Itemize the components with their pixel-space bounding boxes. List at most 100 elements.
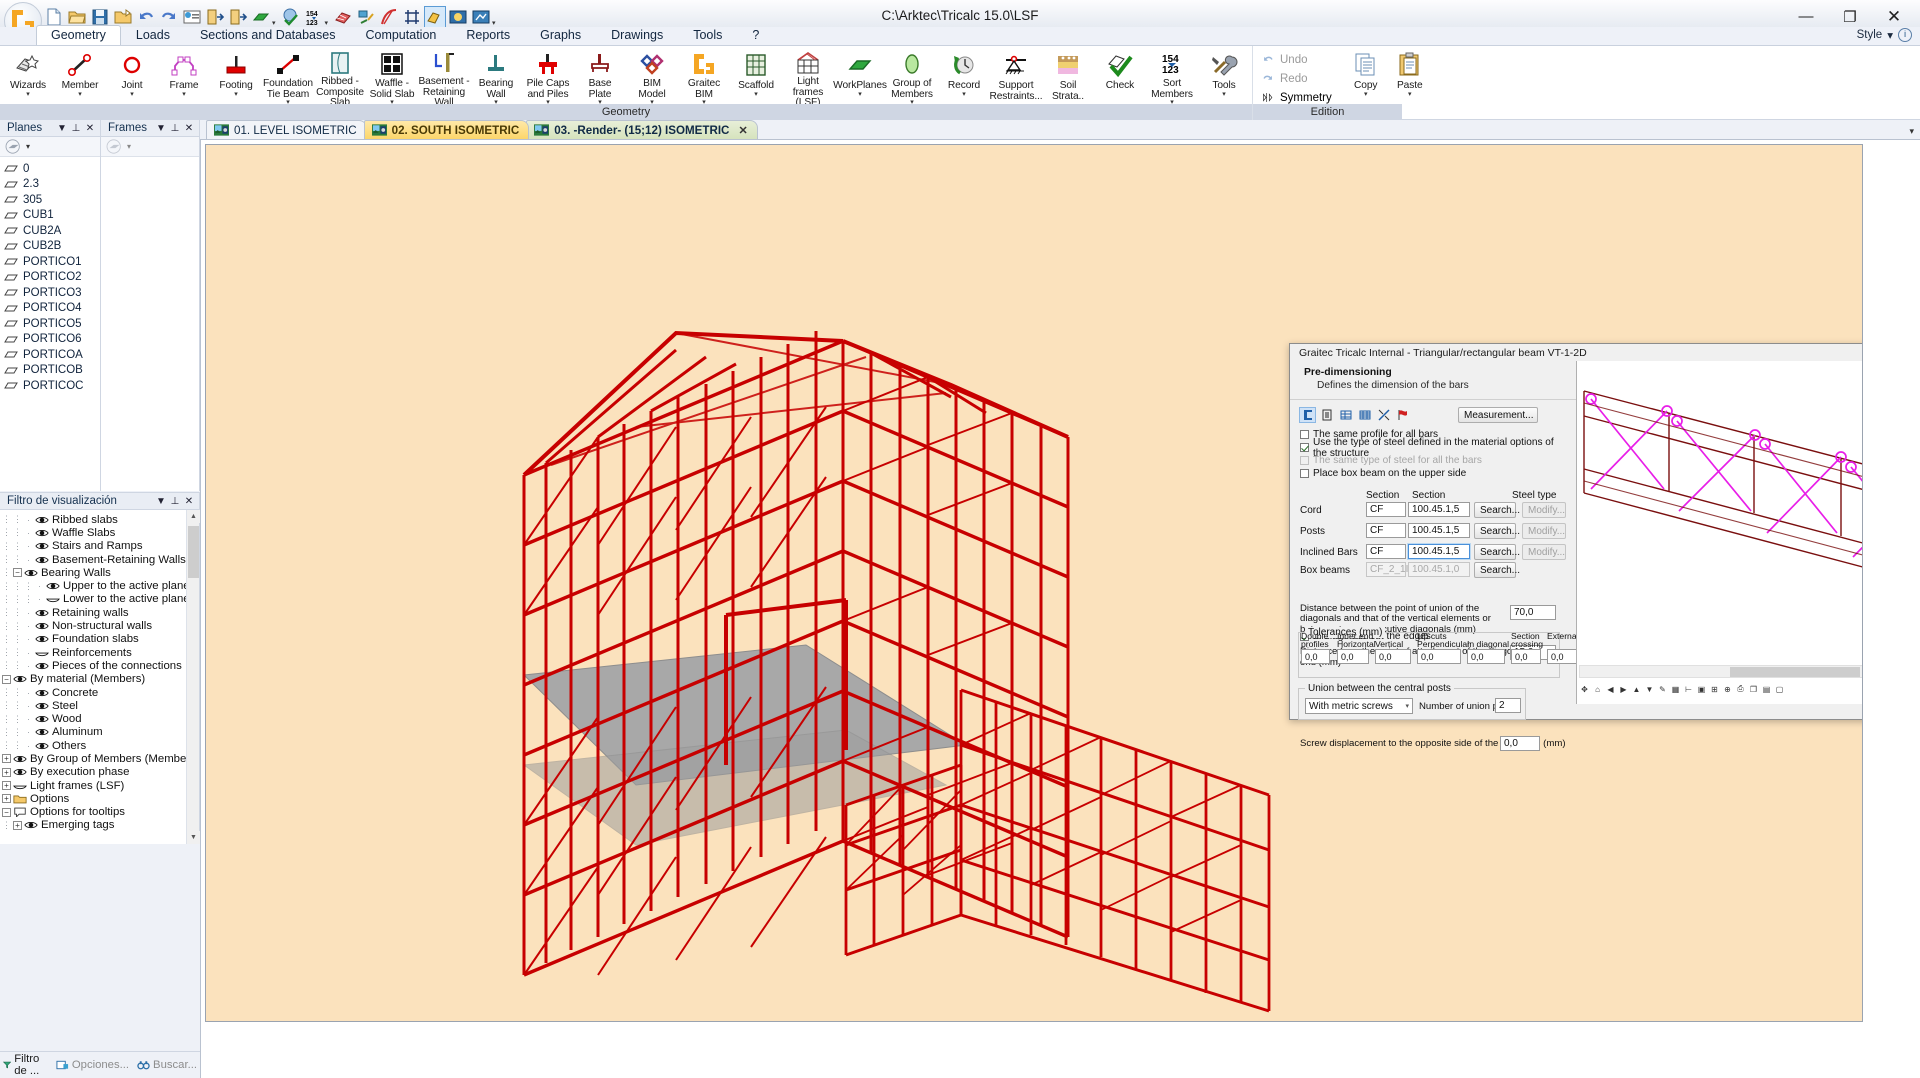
copy-caret-icon[interactable]: ▾ [1364, 91, 1368, 98]
scaffold-button-caret-icon[interactable]: ▾ [754, 91, 758, 98]
tolerance-input-4[interactable]: 0,0 [1467, 649, 1505, 664]
row-section-a-0[interactable]: CF [1366, 501, 1406, 517]
eye-open-icon[interactable] [35, 621, 49, 631]
folder-icon[interactable] [13, 794, 27, 804]
wizards-button[interactable]: Wizards ▾ [2, 48, 54, 106]
eye-open-icon[interactable] [35, 608, 49, 618]
pre-dimensioning-dialog[interactable]: Graitec Tricalc Internal - Triangular/re… [1289, 343, 1862, 751]
filter-scrollbar[interactable]: ▲ ▼ [186, 510, 200, 844]
preview-horizontal-scrollbar[interactable] [1579, 665, 1862, 678]
record-button[interactable]: Record ▾ [938, 48, 990, 106]
eye-closed-icon[interactable] [13, 781, 27, 791]
eye-open-icon[interactable] [13, 767, 27, 777]
eye-open-icon[interactable] [35, 555, 49, 565]
row-section-a-2[interactable]: CF [1366, 543, 1406, 559]
model-viewport[interactable]: Graitec Tricalc Internal - Triangular/re… [205, 144, 1863, 1022]
menu-tab-tools[interactable]: Tools [678, 25, 737, 45]
member-button[interactable]: Member ▾ [54, 48, 106, 106]
plane-list-item[interactable]: 2.3 [4, 177, 100, 193]
frames-panel-close-icon[interactable]: ✕ [182, 123, 196, 134]
menu-tab-loads[interactable]: Loads [121, 25, 185, 45]
row-modify-button-2[interactable]: Modify... [1522, 543, 1566, 560]
view2-icon[interactable] [471, 7, 491, 27]
filter-tree-node[interactable]: ⋮ ⋮ · Reinforcements [2, 646, 199, 659]
copy-icon[interactable]: ❐ [1748, 684, 1759, 695]
eye-open-icon[interactable] [35, 727, 49, 737]
flag-icon[interactable] [1395, 408, 1410, 422]
row-section-a-1[interactable]: CF [1366, 522, 1406, 538]
row-section-b-1[interactable]: 100.45.1,5 [1408, 522, 1470, 538]
frames-panel-pin-icon[interactable]: ⊥ [168, 123, 182, 134]
soil-strata-button[interactable]: Soil Strata.. [1042, 48, 1094, 106]
eye-open-icon[interactable] [46, 581, 60, 591]
footing-button[interactable]: Footing ▾ [210, 48, 262, 106]
planes-toolbar-caret-icon[interactable]: ▾ [26, 142, 30, 151]
row-section-b-0[interactable]: 100.45.1,5 [1408, 501, 1470, 517]
tools-button-caret-icon[interactable]: ▾ [1222, 91, 1226, 98]
next-arrow-icon[interactable]: ▶ [1618, 684, 1629, 695]
box-beams-search-button[interactable]: Search... [1474, 561, 1520, 578]
filter-tree-node[interactable]: ⋮ ⋮ · Non-structural walls [2, 619, 199, 632]
view-icon[interactable] [448, 7, 468, 27]
plane-list-item[interactable]: PORTICO5 [4, 316, 100, 332]
row-search-button-0[interactable]: Search... [1474, 501, 1520, 518]
eye-open-icon[interactable] [24, 820, 38, 830]
filter-tree-node[interactable]: ⋮ ⋮ ⋮ · Lower to the active plane [2, 593, 199, 606]
copy-button[interactable]: Copy ▾ [1344, 48, 1388, 106]
grid-toggle-icon[interactable]: ▦ [1670, 684, 1681, 695]
curve-icon[interactable] [379, 7, 399, 27]
sort-members-button[interactable]: 154 123 Sort Members ▾ [1146, 48, 1198, 106]
filter-tree-node[interactable]: ⋮ ⋮ · Waffle Slabs [2, 526, 199, 539]
tolerance-input-1[interactable]: 0,0 [1337, 649, 1369, 664]
filter-tree-node[interactable]: + By execution phase [2, 766, 199, 779]
filter-tree-node[interactable]: − Options for tooltips [2, 806, 199, 819]
up-arrow-icon[interactable]: ▲ [1631, 684, 1642, 695]
filter-tree-node[interactable]: ⋮ ⋮ · Ribbed slabs [2, 513, 199, 526]
waffle-solid-slab-button[interactable]: Waffle - Solid Slab ▾ [366, 48, 418, 106]
member-button-caret-icon[interactable]: ▾ [78, 91, 82, 98]
frames-panel-caret-icon[interactable]: ▼ [154, 123, 168, 134]
tree-expand-icon[interactable]: + [13, 820, 22, 830]
help-icon[interactable]: i [1898, 28, 1912, 42]
filter-tree-node[interactable]: ⋮ ⋮ · Wood [2, 712, 199, 725]
undo-button[interactable]: Undo [1255, 50, 1338, 69]
zoom-all-icon[interactable]: ⊞ [1709, 684, 1720, 695]
scroll-down-arrow-icon[interactable]: ▼ [187, 831, 200, 844]
filter-tree[interactable]: ⋮ ⋮ · Ribbed slabs ⋮ ⋮ · Waffle Slabs ⋮ ⋮ · Stairs … [0, 510, 199, 840]
basement-retaining-wall-button[interactable]: Basement - Retaining Wall▾ [418, 48, 470, 115]
eye-open-icon[interactable] [35, 688, 49, 698]
save-as-icon[interactable] [113, 7, 133, 27]
grid2-icon[interactable] [1357, 408, 1372, 422]
filter-tree-node[interactable]: ⋮ ⋮ · Aluminum [2, 726, 199, 739]
drawing-canvas[interactable]: Graitec Tricalc Internal - Triangular/re… [200, 140, 1920, 1078]
document-tab[interactable]: 03. -Render- (15;12) ISOMETRIC ✕ [526, 120, 758, 139]
eye-closed-icon[interactable] [46, 594, 60, 604]
tree-collapse-icon[interactable]: − [2, 674, 11, 684]
beam-preview-canvas[interactable] [1579, 361, 1862, 663]
filter-tree-node[interactable]: ⋮ ⋮ · Basement-Retaining Walls [2, 553, 199, 566]
checkbox-1[interactable] [1300, 443, 1309, 453]
row-section-b-2[interactable]: 100.45.1,5 [1407, 542, 1471, 560]
footing-button-caret-icon[interactable]: ▾ [234, 91, 238, 98]
filter-panel-pin-icon[interactable]: ⊥ [168, 496, 182, 507]
tolerance-input-2[interactable]: 0,0 [1375, 649, 1411, 664]
frames-list[interactable] [101, 157, 199, 161]
tab-buscar[interactable]: Buscar... [134, 1057, 200, 1073]
base-plate-button[interactable]: Base Plate ▾ [574, 48, 626, 106]
eye-open-icon[interactable] [35, 634, 49, 644]
tree-collapse-icon[interactable]: − [13, 568, 22, 578]
scroll-up-arrow-icon[interactable]: ▲ [187, 510, 200, 523]
prev-arrow-icon[interactable]: ◀ [1605, 684, 1616, 695]
save-icon[interactable]: ▤ [1761, 684, 1772, 695]
filter-panel-caret-icon[interactable]: ▼ [154, 496, 168, 507]
diagram-icon[interactable] [356, 7, 376, 27]
filter-tree-node[interactable]: ⋮ − Bearing Walls [2, 566, 199, 579]
style-selector[interactable]: Style ▾ i [1857, 28, 1912, 42]
tree-expand-icon[interactable]: + [2, 754, 11, 764]
filter-panel-close-icon[interactable]: ✕ [182, 496, 196, 507]
support-restraints-button[interactable]: Support Restraints... [989, 48, 1043, 106]
style-caret-icon[interactable]: ▾ [1887, 28, 1893, 42]
filter-tree-node[interactable]: + Light frames (LSF) [2, 779, 199, 792]
filter-tree-node[interactable]: + Options [2, 792, 199, 805]
filter-tree-node[interactable]: + By Group of Members (Members) [2, 752, 199, 765]
